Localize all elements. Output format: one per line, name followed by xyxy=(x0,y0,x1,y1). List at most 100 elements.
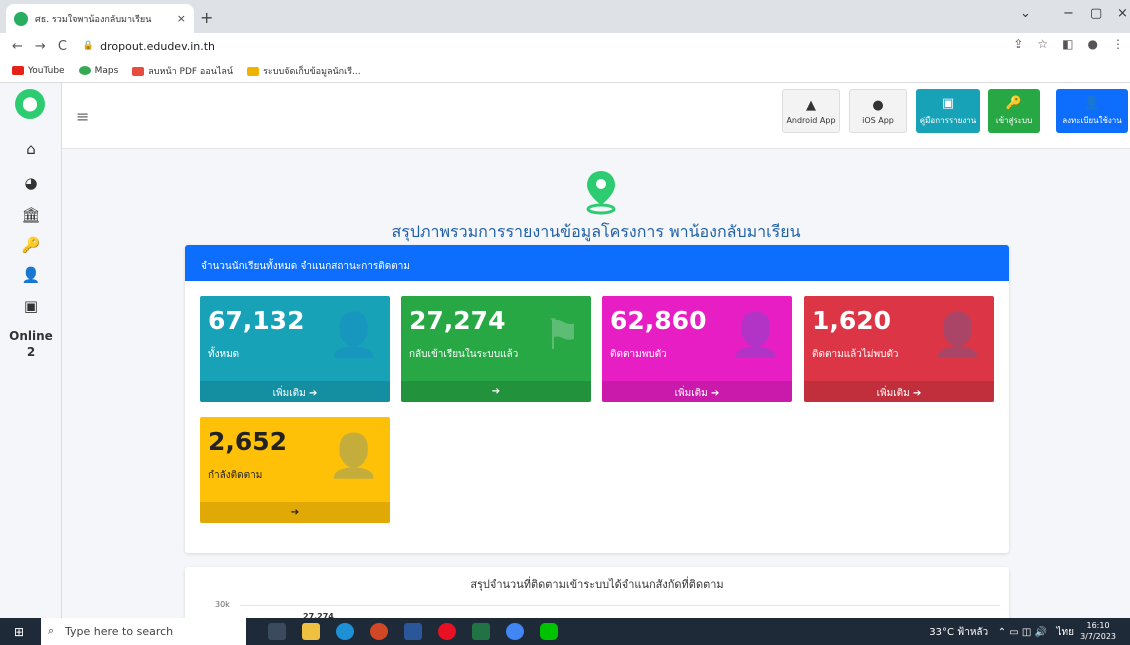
bookmark-label: ระบบจัดเก็บข้อมูลนักเรี... xyxy=(263,66,361,77)
line-icon[interactable] xyxy=(540,623,558,640)
profile-icon[interactable]: ● xyxy=(1088,37,1098,51)
stat-box-total: 67,132 ทั้งหมด 👤 เพิ่มเติม ➔ xyxy=(200,296,390,402)
stat-box-tracking: 2,652 กำลังติดตาม 👤 ➔ xyxy=(200,417,390,523)
menu-icon[interactable]: ⋮ xyxy=(1112,37,1124,51)
top-navbar: ≡ ▲ Android App ● iOS App ▣ คู่มือการราย… xyxy=(62,83,1130,149)
close-window-icon[interactable]: × xyxy=(1117,6,1128,21)
android-icon: ▲ xyxy=(806,97,816,113)
ios-app-button[interactable]: ● iOS App xyxy=(849,89,907,133)
user-plus-icon[interactable]: 👤 xyxy=(0,266,62,284)
flag-icon: ⚑ xyxy=(543,310,581,359)
reload-icon[interactable]: C xyxy=(58,39,67,54)
key-icon: 🔑 xyxy=(1005,95,1023,111)
browser-tab[interactable]: ศธ. รวมใจพาน้องกลับมาเรียน × xyxy=(6,4,194,33)
sidebar: ⬤ ⌂ ◕ 🏛 🔑 👤 ▣ Online 2 xyxy=(0,83,62,618)
logo-pin-icon[interactable]: ⬤ xyxy=(15,89,45,119)
more-info-link[interactable]: เพิ่มเติม ➔ xyxy=(602,381,792,402)
user-plus-icon: 👤 xyxy=(931,310,984,359)
powerpoint-icon[interactable] xyxy=(370,623,388,640)
windows-taskbar: ⊞ ⌕ Type here to search 33°C ฟ้าหลัว ⌃ ▭… xyxy=(0,618,1130,645)
more-info-link[interactable]: เพิ่มเติม ➔ xyxy=(200,381,390,402)
bookmark-label: Maps xyxy=(94,65,119,76)
stat-label: ติดตามพบตัว xyxy=(610,349,667,360)
edge-icon[interactable] xyxy=(336,623,354,640)
forward-icon[interactable]: → xyxy=(35,39,46,54)
button-label: เข้าสู่ระบบ xyxy=(995,115,1033,125)
search-icon: ⌕ xyxy=(48,624,55,637)
back-icon[interactable]: ← xyxy=(12,39,23,54)
android-app-button[interactable]: ▲ Android App xyxy=(782,89,840,133)
key-icon[interactable]: 🔑 xyxy=(0,236,62,254)
pie-chart-icon[interactable]: ◕ xyxy=(0,174,62,192)
stat-box-not-found: 1,620 ติดตามแล้วไม่พบตัว 👤 เพิ่มเติม ➔ xyxy=(804,296,994,402)
button-label: ลงทะเบียนใช้งาน xyxy=(1062,115,1122,125)
youtube-icon xyxy=(12,65,24,75)
more-info-link[interactable]: ➔ xyxy=(200,502,390,523)
register-button[interactable]: 👤 ลงทะเบียนใช้งาน xyxy=(1056,89,1128,133)
tab-title: ศธ. รวมใจพาน้องกลับมาเรียน xyxy=(35,14,152,25)
bookmark-maps[interactable]: Maps xyxy=(78,65,119,76)
login-button[interactable]: 🔑 เข้าสู่ระบบ xyxy=(988,89,1040,133)
more-info-link[interactable]: เพิ่มเติม ➔ xyxy=(804,381,994,402)
address-actions: ⇪ ☆ ◧ ● ⋮ xyxy=(1013,37,1124,51)
book-icon: ▣ xyxy=(941,95,955,111)
map-pin-icon xyxy=(586,171,616,215)
apple-icon: ● xyxy=(872,97,884,113)
new-tab-button[interactable]: + xyxy=(200,8,213,27)
chart-title: สรุปจำนวนที่ติดตามเข้าระบบได้จำแนกสังกัด… xyxy=(470,578,724,591)
user-plus-icon: 👤 xyxy=(729,310,782,359)
hamburger-menu-icon[interactable]: ≡ xyxy=(76,107,89,126)
task-view-icon[interactable] xyxy=(268,623,286,640)
address-bar: ← → C 🔒 dropout.edudev.in.th ⇪ ☆ ◧ ● ⋮ xyxy=(0,33,1130,59)
file-explorer-icon[interactable] xyxy=(302,623,320,640)
stat-value: 67,132 xyxy=(208,306,305,335)
main-content: สรุปภาพรวมการรายงานข้อมูลโครงการ พาน้องก… xyxy=(62,149,1130,627)
card-header: จำนวนนักเรียนทั้งหมด จำแนกสถานะการติดตาม xyxy=(185,245,1009,281)
manual-button[interactable]: ▣ คู่มือการรายงาน xyxy=(916,89,980,133)
url-field[interactable]: dropout.edudev.in.th xyxy=(100,40,215,53)
taskbar-clock[interactable]: 16:10 3/7/2023 xyxy=(1080,620,1116,642)
stat-value: 2,652 xyxy=(208,427,288,456)
page-title: สรุปภาพรวมการรายงานข้อมูลโครงการ พาน้องก… xyxy=(391,222,801,241)
tab-search-icon[interactable]: ⌄ xyxy=(1020,6,1031,21)
stat-label: ทั้งหมด xyxy=(208,349,240,360)
browser-tab-bar: ศธ. รวมใจพาน้องกลับมาเรียน × + ⌄ − ▢ × xyxy=(0,0,1130,33)
stat-box-found: 62,860 ติดตามพบตัว 👤 เพิ่มเติม ➔ xyxy=(602,296,792,402)
language-indicator: ไทย xyxy=(1056,627,1074,638)
institution-icon[interactable]: 🏛 xyxy=(0,206,62,224)
user-icon: 👤 xyxy=(327,310,380,359)
button-label: iOS App xyxy=(862,115,894,125)
more-info-link[interactable]: ➔ xyxy=(401,381,591,402)
word-icon[interactable] xyxy=(404,623,422,640)
book-icon[interactable]: ▣ xyxy=(0,297,62,315)
windows-start-icon[interactable]: ⊞ xyxy=(14,625,24,639)
stat-value: 27,274 xyxy=(409,306,506,335)
maps-icon xyxy=(78,65,91,75)
stat-value: 62,860 xyxy=(610,306,707,335)
system-tray[interactable]: 33°C ฟ้าหลัว ⌃ ▭ ◫ 🔊 ไทย xyxy=(929,625,1074,640)
bookmark-youtube[interactable]: YouTube xyxy=(12,65,65,76)
weather-text: 33°C ฟ้าหลัว xyxy=(929,627,989,638)
maximize-icon[interactable]: ▢ xyxy=(1090,6,1102,21)
bookmark-pdf[interactable]: ลบหน้า PDF ออนไลน์ xyxy=(132,64,233,78)
sidepanel-icon[interactable]: ◧ xyxy=(1062,37,1073,51)
search-placeholder: Type here to search xyxy=(65,625,174,638)
tab-close-icon[interactable]: × xyxy=(177,12,186,25)
lock-icon[interactable]: 🔒 xyxy=(83,41,94,51)
opera-icon[interactable] xyxy=(438,623,456,640)
bookmarks-bar: YouTube Maps ลบหน้า PDF ออนไลน์ ระบบจัดเ… xyxy=(0,59,1130,83)
excel-icon[interactable] xyxy=(472,623,490,640)
online-label: Online xyxy=(9,329,53,343)
bookmark-student-data[interactable]: ระบบจัดเก็บข้อมูลนักเรี... xyxy=(247,64,361,78)
user-plus-icon: 👤 xyxy=(1083,95,1101,111)
share-icon[interactable]: ⇪ xyxy=(1013,37,1023,51)
home-icon[interactable]: ⌂ xyxy=(0,140,62,158)
button-label: คู่มือการรายงาน xyxy=(919,115,977,125)
stat-label: กำลังติดตาม xyxy=(208,470,263,481)
bookmark-star-icon[interactable]: ☆ xyxy=(1037,37,1048,51)
status-summary-card: จำนวนนักเรียนทั้งหมด จำแนกสถานะการติดตาม… xyxy=(185,245,1009,553)
minimize-icon[interactable]: − xyxy=(1063,6,1074,21)
chrome-icon[interactable] xyxy=(506,623,524,640)
pdf-icon xyxy=(132,66,145,76)
taskbar-search[interactable]: ⌕ Type here to search xyxy=(41,618,246,645)
